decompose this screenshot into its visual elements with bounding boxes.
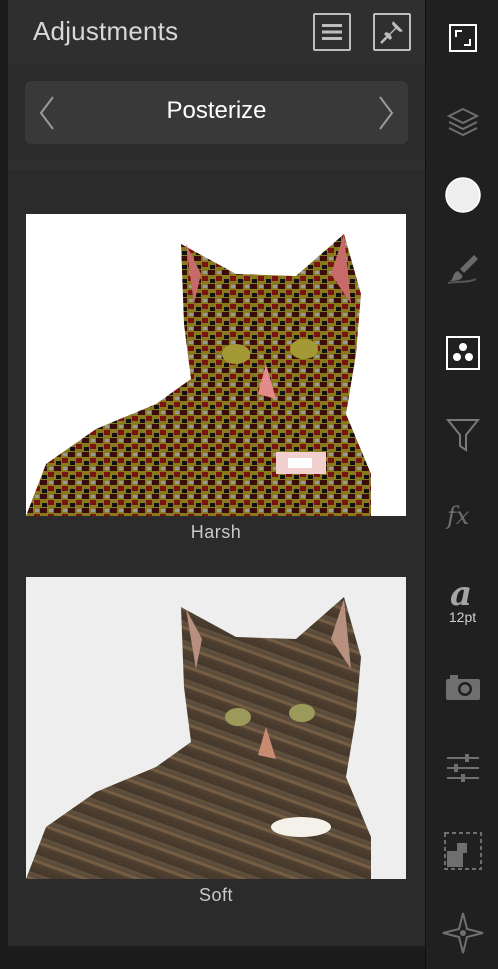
tool-selection[interactable] [426, 816, 498, 886]
tool-resize[interactable] [426, 3, 498, 73]
pin-button[interactable] [373, 13, 411, 51]
resize-icon [448, 24, 477, 52]
preset-soft[interactable]: Soft [26, 577, 406, 906]
svg-text:a: a [450, 575, 472, 611]
adjustments-panel: Adjustments Posterize Harsh Soft [8, 0, 425, 946]
preset-thumbnail-soft [26, 577, 406, 879]
brush-icon [447, 255, 478, 284]
tool-fx[interactable]: fx [426, 480, 498, 550]
preset-caption-harsh: Harsh [190, 522, 242, 542]
selection-icon [443, 832, 482, 870]
preset-caption-soft: Soft [198, 885, 234, 905]
tool-sidebar: fx a 12pt [425, 0, 498, 969]
adjustments-icon [445, 336, 480, 370]
svg-text:fx: fx [445, 502, 470, 530]
panel-title: Adjustments [33, 16, 179, 46]
tool-brush[interactable] [426, 233, 498, 303]
tool-text[interactable]: a 12pt [426, 565, 498, 635]
divider [8, 160, 425, 170]
menu-button[interactable] [313, 13, 351, 51]
layers-icon [446, 107, 479, 137]
preset-harsh[interactable]: Harsh [26, 214, 406, 543]
font-size-label: 12pt [448, 609, 477, 625]
tool-navigator[interactable] [426, 898, 498, 968]
list-icon [322, 24, 342, 40]
tool-sliders[interactable] [426, 733, 498, 803]
tool-adjustments[interactable] [426, 318, 498, 388]
preset-thumbnail-harsh [26, 214, 406, 516]
tool-filter[interactable] [426, 400, 498, 470]
navigator-icon [442, 912, 483, 954]
tool-color[interactable] [426, 160, 498, 230]
tool-layers[interactable] [426, 88, 498, 158]
tool-camera[interactable] [426, 652, 498, 722]
color-circle-icon [444, 177, 481, 213]
sliders-icon [446, 754, 479, 782]
pin-icon [380, 21, 403, 44]
camera-icon [445, 675, 480, 700]
adjustment-name: Posterize [166, 97, 267, 124]
filter-icon [445, 419, 480, 452]
text-icon: a [450, 575, 472, 611]
adjustment-selector: Posterize [25, 81, 408, 144]
fx-icon: fx [445, 502, 470, 530]
panel-header: Adjustments [8, 0, 425, 64]
chevron-right-icon[interactable] [376, 95, 396, 131]
